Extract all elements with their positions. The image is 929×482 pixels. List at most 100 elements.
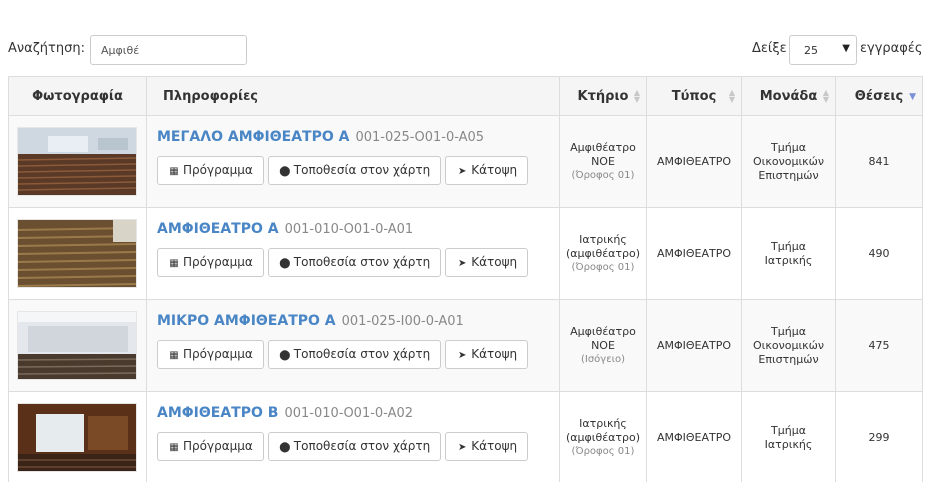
calendar-icon: ▦	[169, 350, 179, 361]
schedule-button[interactable]: ▦ Πρόγραμμα	[157, 248, 264, 277]
unit-line-2: Οικονομικών	[752, 338, 825, 352]
column-header-photo: Φωτογραφία	[8, 76, 147, 116]
info-cell: ΑΜΦΙΘΕΑΤΡΟ Β 001-010-O01-0-A02 ▦ Πρόγραμμα ⬤…	[146, 391, 560, 482]
sort-icon: ▲ ▼	[822, 88, 829, 104]
floor-plan-button[interactable]: ➤ Κάτοψη	[445, 432, 529, 461]
column-header-seats[interactable]: Θέσεις ▼	[835, 76, 923, 116]
floor-label: (Όροφος 01)	[571, 169, 635, 181]
room-code: 001-025-I00-0-A01	[341, 314, 464, 329]
room-photo[interactable]	[17, 219, 137, 288]
map-marker-icon: ⬤	[279, 258, 291, 269]
photo-cell	[8, 115, 147, 208]
unit-cell: Τμήμα Οικονομικών Επιστημών	[741, 115, 836, 208]
floor-plan-button[interactable]: ➤ Κάτοψη	[445, 156, 529, 185]
floor-label: (Όροφος 01)	[571, 261, 635, 273]
room-photo[interactable]	[17, 311, 137, 380]
unit-line-1: Τμήμα	[771, 324, 806, 338]
column-header-type[interactable]: Τύπος ▲ ▼	[646, 76, 742, 116]
unit-line-3: Επιστημών	[758, 168, 819, 182]
photo-cell	[8, 391, 147, 482]
building-name-2: ΝΟΕ	[591, 154, 615, 168]
chevron-down-icon: ▼	[842, 43, 850, 54]
room-photo[interactable]	[17, 127, 137, 196]
building-cell: Ιατρικής (αμφιθέατρο) (Όροφος 01)	[559, 391, 647, 482]
schedule-button[interactable]: ▦ Πρόγραμμα	[157, 340, 264, 369]
type-cell: ΑΜΦΙΘΕΑΤΡΟ	[646, 391, 742, 482]
seats-cell: 490	[835, 207, 923, 300]
rooms-table: Φωτογραφία Πληροφορίες Κτήριο ▲ ▼ Τύπος ▲ ▼ …	[8, 76, 923, 482]
type-cell: ΑΜΦΙΘΕΑΤΡΟ	[646, 207, 742, 300]
sort-icon: ▲ ▼	[728, 88, 735, 104]
room-photo[interactable]	[17, 403, 137, 472]
room-code: 001-010-O01-0-A02	[284, 406, 414, 421]
location-arrow-icon: ➤	[458, 350, 467, 361]
table-controls: Αναζήτηση: Δείξε 25 ▼ εγγραφές	[0, 0, 929, 76]
building-name: Ιατρικής	[579, 232, 627, 246]
photo-cell	[8, 299, 147, 392]
calendar-icon: ▦	[169, 166, 179, 177]
building-cell: Αμφιθέατρο ΝΟΕ (Όροφος 01)	[559, 115, 647, 208]
floor-plan-button[interactable]: ➤ Κάτοψη	[445, 248, 529, 277]
type-cell: ΑΜΦΙΘΕΑΤΡΟ	[646, 115, 742, 208]
building-name: Αμφιθέατρο	[570, 324, 636, 338]
search-label: Αναζήτηση:	[8, 41, 85, 56]
building-cell: Ιατρικής (αμφιθέατρο) (Όροφος 01)	[559, 207, 647, 300]
entries-length-select[interactable]: 25 ▼	[789, 35, 857, 65]
unit-cell: Τμήμα Ιατρικής	[741, 207, 836, 300]
info-cell: ΜΕΓΑΛΟ ΑΜΦΙΘΕΑΤΡΟ Α 001-025-O01-0-A05 ▦ Πρό…	[146, 115, 560, 208]
room-name-link[interactable]: ΜΕΓΑΛΟ ΑΜΦΙΘΕΑΤΡΟ Α	[157, 129, 349, 145]
unit-line-1: Τμήμα	[771, 423, 806, 437]
type-cell: ΑΜΦΙΘΕΑΤΡΟ	[646, 299, 742, 392]
photo-cell	[8, 207, 147, 300]
floor-label: (Όροφος 01)	[571, 445, 635, 457]
unit-line-1: Τμήμα	[771, 140, 806, 154]
table-row: ΑΜΦΙΘΕΑΤΡΟ Α 001-010-O01-0-A01 ▦ Πρόγραμμα ⬤…	[8, 207, 923, 300]
column-header-building[interactable]: Κτήριο ▲ ▼	[559, 76, 647, 116]
column-header-info: Πληροφορίες	[146, 76, 560, 116]
location-arrow-icon: ➤	[458, 258, 467, 269]
map-location-button[interactable]: ⬤ Τοποθεσία στον χάρτη	[267, 156, 442, 185]
building-cell: Αμφιθέατρο ΝΟΕ (Ισόγειο)	[559, 299, 647, 392]
schedule-button[interactable]: ▦ Πρόγραμμα	[157, 156, 264, 185]
seats-cell: 475	[835, 299, 923, 392]
seats-cell: 299	[835, 391, 923, 482]
table-row: ΑΜΦΙΘΕΑΤΡΟ Β 001-010-O01-0-A02 ▦ Πρόγραμμα ⬤…	[8, 391, 923, 482]
unit-line-1: Τμήμα	[771, 239, 806, 253]
show-entries-label: Δείξε	[752, 41, 787, 56]
unit-line-2: Ιατρικής	[764, 253, 813, 267]
room-code: 001-010-O01-0-A01	[284, 222, 414, 237]
seats-cell: 841	[835, 115, 923, 208]
building-name-2: ΝΟΕ	[591, 338, 615, 352]
map-marker-icon: ⬤	[279, 350, 291, 361]
building-name-2: (αμφιθέατρο)	[565, 430, 641, 444]
entries-label: εγγραφές	[860, 41, 923, 56]
info-cell: ΜΙΚΡΟ ΑΜΦΙΘΕΑΤΡΟ Α 001-025-I00-0-A01 ▦ Πρόγ…	[146, 299, 560, 392]
table-row: ΜΙΚΡΟ ΑΜΦΙΘΕΑΤΡΟ Α 001-025-I00-0-A01 ▦ Πρόγ…	[8, 299, 923, 392]
room-name-link[interactable]: ΑΜΦΙΘΕΑΤΡΟ Β	[157, 405, 278, 421]
room-name-link[interactable]: ΜΙΚΡΟ ΑΜΦΙΘΕΑΤΡΟ Α	[157, 313, 336, 329]
column-header-unit[interactable]: Μονάδα ▲ ▼	[741, 76, 836, 116]
entries-length-value: 25	[804, 44, 818, 57]
sort-desc-icon: ▼	[909, 92, 916, 102]
schedule-button[interactable]: ▦ Πρόγραμμα	[157, 432, 264, 461]
map-marker-icon: ⬤	[279, 166, 291, 177]
table-row: ΜΕΓΑΛΟ ΑΜΦΙΘΕΑΤΡΟ Α 001-025-O01-0-A05 ▦ Πρό…	[8, 115, 923, 208]
room-code: 001-025-O01-0-A05	[355, 130, 485, 145]
sort-icon: ▲ ▼	[633, 88, 640, 104]
info-cell: ΑΜΦΙΘΕΑΤΡΟ Α 001-010-O01-0-A01 ▦ Πρόγραμμα ⬤…	[146, 207, 560, 300]
map-location-button[interactable]: ⬤ Τοποθεσία στον χάρτη	[267, 340, 442, 369]
unit-line-2: Οικονομικών	[752, 154, 825, 168]
unit-cell: Τμήμα Ιατρικής	[741, 391, 836, 482]
room-name-link[interactable]: ΑΜΦΙΘΕΑΤΡΟ Α	[157, 221, 279, 237]
table-header-row: Φωτογραφία Πληροφορίες Κτήριο ▲ ▼ Τύπος ▲ ▼ …	[8, 76, 923, 116]
map-location-button[interactable]: ⬤ Τοποθεσία στον χάρτη	[267, 248, 442, 277]
map-marker-icon: ⬤	[279, 442, 291, 453]
unit-cell: Τμήμα Οικονομικών Επιστημών	[741, 299, 836, 392]
map-location-button[interactable]: ⬤ Τοποθεσία στον χάρτη	[267, 432, 442, 461]
floor-plan-button[interactable]: ➤ Κάτοψη	[445, 340, 529, 369]
building-name: Ιατρικής	[579, 416, 627, 430]
calendar-icon: ▦	[169, 442, 179, 453]
floor-label: (Ισόγειο)	[580, 353, 626, 365]
search-input[interactable]	[90, 35, 247, 65]
unit-line-2: Ιατρικής	[764, 437, 813, 451]
